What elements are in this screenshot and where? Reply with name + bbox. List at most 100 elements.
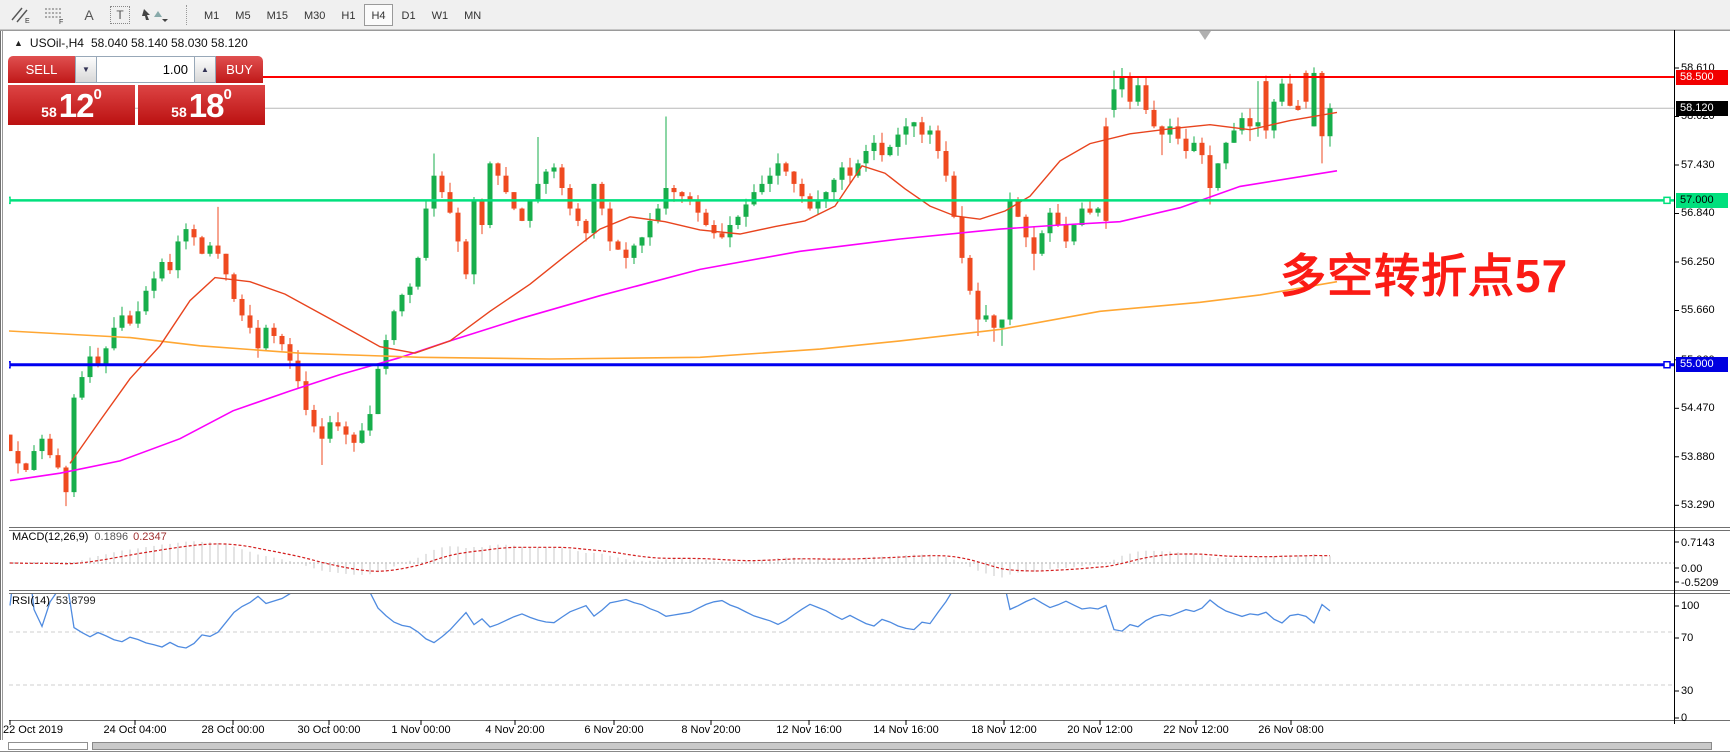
candle [1136,85,1141,101]
macd-label: MACD(12,26,9)0.18960.2347 [12,531,167,543]
time-label: 8 Nov 20:00 [681,724,740,736]
candle [1080,209,1085,225]
candle [1184,139,1189,151]
candle [760,184,765,192]
buy-price-display[interactable]: 58 18 0 [138,85,265,125]
time-label: 4 Nov 20:00 [485,724,544,736]
macd-tick-0.00: 0.00 [1681,563,1702,575]
candle [176,241,181,270]
buy-button[interactable]: BUY [216,56,263,83]
candle [648,221,653,237]
candle [536,184,541,200]
candle [112,328,117,349]
candle [136,311,141,323]
symbol-name: USOil-,H4 [30,36,84,50]
candle [736,217,741,225]
candle [784,163,789,171]
candle [936,130,941,151]
time-label: 30 Oct 00:00 [298,724,361,736]
symbol-collapse-icon[interactable]: ▲ [14,38,23,48]
candle [1232,130,1237,142]
candle [312,410,317,426]
time-label: 14 Nov 16:00 [873,724,938,736]
candle [528,200,533,221]
candle [48,439,53,455]
candle [768,176,773,184]
candle [1128,77,1133,102]
candle [624,250,629,258]
candle [120,315,125,327]
candle [704,213,709,225]
candle [216,246,221,254]
candle [544,172,549,184]
candle [280,336,285,344]
candle [480,200,485,225]
candle [104,348,109,364]
candle [592,184,597,233]
sell-price-display[interactable]: 58 12 0 [8,85,135,125]
candle [240,299,245,315]
candle [912,122,917,126]
scrollbar-thumb[interactable] [92,742,1712,750]
candle [744,204,749,216]
macd-panel-area[interactable] [9,541,1674,577]
candle [1216,163,1221,188]
candle [1328,108,1333,136]
candle [520,209,525,221]
sell-button[interactable]: SELL [8,56,75,83]
candle [488,163,493,225]
volume-increase-button[interactable]: ▲ [194,56,216,83]
candle [16,451,21,463]
candle [392,311,397,340]
ma-orange [9,282,1337,359]
candle [456,213,461,242]
candle [192,229,197,237]
mt4-window: { "toolbar": { "icons": [ {"name": "equi… [0,0,1730,752]
candle [896,135,901,147]
time-label: 6 Nov 20:00 [584,724,643,736]
candle [1112,89,1117,110]
candle [1120,77,1125,89]
candle [416,258,421,287]
price-tick-57.430: 57.430 [1681,159,1715,171]
candle [1096,209,1101,213]
candle [344,426,349,434]
candle [904,126,909,134]
ma-magenta [10,171,1337,481]
candle [632,246,637,258]
volume-decrease-button[interactable]: ▼ [75,56,97,83]
candle [224,254,229,275]
candle [88,357,93,378]
candle [968,258,973,291]
rsi-tick-70: 70 [1681,632,1693,644]
candle [1032,237,1037,253]
candle [560,167,565,188]
candle [1256,122,1261,126]
chart-annotation-text: 多空转折点57 [1280,240,1568,306]
candle [448,192,453,213]
candle [928,130,933,134]
time-label: 28 Oct 00:00 [202,724,265,736]
price-badge-57.000: 57.000 [1676,193,1728,208]
candle [1144,85,1149,110]
candle [584,221,589,233]
candle [256,328,261,349]
candle [272,328,277,336]
chart-shift-marker-icon[interactable] [1199,31,1211,40]
candle [808,196,813,208]
candle [800,184,805,196]
candle [1040,233,1045,254]
candle [1056,213,1061,225]
candle [400,295,405,311]
time-label: 12 Nov 16:00 [776,724,841,736]
horizontal-scrollbar[interactable] [0,741,1730,752]
price-badge-55.000: 55.000 [1676,357,1728,372]
candle [232,274,237,299]
symbol-header: ▲ USOil-,H4 58.040 58.140 58.030 58.120 [14,36,248,50]
candle [376,369,381,414]
candle [1288,84,1293,106]
scrollbar-left-box[interactable] [8,742,88,750]
candle [168,262,173,270]
candle [864,151,869,163]
volume-input[interactable] [97,56,194,83]
